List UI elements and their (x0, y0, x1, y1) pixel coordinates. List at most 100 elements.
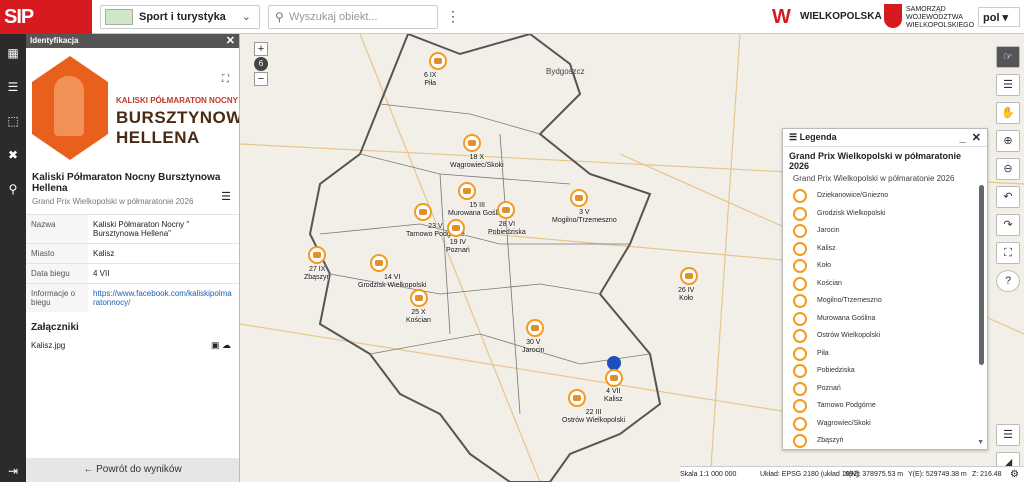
event-logo-icon (793, 364, 807, 378)
map-view[interactable]: Bydgoszcz 6 IX Piła 18 X Wągrowiec/Skoki 1… (240, 34, 1024, 482)
sip-logo[interactable]: SIP (0, 0, 92, 34)
place-label: Bydgoszcz (546, 67, 585, 76)
help-icon[interactable]: ? (996, 270, 1020, 292)
event-logo-icon (415, 295, 423, 301)
menu-icon[interactable]: ☰ (221, 190, 231, 203)
attr-value: Kalisz (88, 243, 239, 264)
object-title: Kaliski Półmaraton Nocny Bursztynowa Hel… (32, 172, 221, 194)
theme-select[interactable]: Sport i turystyka ⌄ (100, 5, 260, 29)
attr-key: Miasto (26, 243, 88, 264)
undo-icon[interactable]: ↶ (996, 186, 1020, 208)
language-select[interactable]: pol ▾ (978, 7, 1020, 27)
marker-murowana-goslina[interactable] (458, 182, 476, 200)
event-logo-icon (793, 259, 807, 273)
list-item: Ostrów Wielkopolski (783, 327, 987, 345)
back-label: Powrót do wyników (96, 464, 182, 475)
samorzad-logo: SAMORZĄD WOJEWÓDZTWA WIELKOPOLSKIEGO (884, 4, 974, 30)
banner-subtitle: KALISKI PÓŁMARATON NOCNY (116, 96, 238, 105)
scroll-down-icon[interactable]: ▼ (977, 439, 984, 446)
search-input[interactable]: ⚲ Wyszukaj obiekt... (268, 5, 438, 29)
attachment-filename[interactable]: Kalisz.jpg (31, 341, 65, 350)
full-extent-icon[interactable]: ⛶ (996, 242, 1020, 264)
marker-label: 19 IV Poznań (446, 239, 470, 254)
table-row: Data biegu 4 VII (26, 263, 239, 284)
marker-jarocin[interactable] (526, 319, 544, 337)
event-logo-icon (610, 375, 618, 381)
event-logo-icon (793, 276, 807, 291)
marker-label: 18 X Wągrowiec/Skoki (450, 154, 504, 169)
list-item: Poznań (783, 380, 987, 398)
top-bar: SIP Sport i turystyka ⌄ ⚲ Wyszukaj obiek… (0, 0, 1024, 34)
identify-tool-icon[interactable]: ☞ (996, 46, 1020, 68)
event-logo-icon (685, 273, 693, 279)
marker-label: 14 VI Grodzisk Wielkopolski (358, 274, 427, 289)
search-icon[interactable]: ⚲ (4, 180, 22, 198)
event-logo-icon (793, 434, 807, 448)
z-coordinate: Z: 216.48 (972, 471, 1002, 478)
list-item: Dziekanowice/Gniezno (783, 187, 987, 205)
layers-icon[interactable]: ☰ (996, 74, 1020, 96)
list-item: Zbąszyń (783, 432, 987, 450)
attr-value: 4 VII (88, 263, 239, 284)
marker-pila[interactable] (429, 52, 447, 70)
event-logo-icon (502, 207, 510, 213)
marker-koscian[interactable] (410, 289, 428, 307)
marker-label: 25 X Kościan (406, 309, 431, 324)
settings-gear-icon[interactable]: ⚙ (1010, 467, 1019, 482)
marker-kalisz[interactable] (605, 369, 623, 387)
scale-readout: Skala 1:1 000 000 (680, 471, 737, 478)
y-coordinate: Y(E): 529749.38 m (908, 471, 967, 478)
marker-poznan[interactable] (447, 219, 465, 237)
language-value: pol (983, 12, 1000, 24)
marker-wagrowiec[interactable] (463, 134, 481, 152)
panel-header: Identyfikacja ✕ (26, 34, 239, 48)
event-logo-icon (468, 140, 476, 146)
identification-panel: Identyfikacja ✕ KALISKI PÓŁMARATON NOCNY… (26, 34, 240, 482)
close-icon[interactable]: ✕ (226, 34, 235, 47)
list-item: Grodzisk Wielkopolski (783, 205, 987, 223)
search-results-icon[interactable]: ☰ (4, 78, 22, 96)
attachments-header: Załączniki (31, 322, 79, 333)
expand-panel-icon[interactable]: ⇥ (4, 462, 22, 480)
back-to-results-button[interactable]: ← Powrót do wyników (26, 458, 239, 482)
download-icon[interactable]: ☁ (222, 340, 231, 350)
samorzad-text: SAMORZĄD WOJEWÓDZTWA WIELKOPOLSKIEGO (906, 6, 975, 29)
zoom-out-button[interactable]: − (254, 72, 268, 86)
marker-pobiedziska[interactable] (497, 201, 515, 219)
zoom-in-button[interactable]: + (254, 42, 268, 56)
event-logo-icon (793, 329, 807, 343)
pan-hand-icon[interactable]: ✋ (996, 102, 1020, 124)
preview-icon[interactable]: ▣ (211, 340, 220, 350)
redo-icon[interactable]: ↷ (996, 214, 1020, 236)
legend-scrollbar[interactable] (979, 185, 984, 365)
marker-tarnowo-podgorne[interactable] (414, 203, 432, 221)
close-icon[interactable]: ✕ (972, 132, 981, 144)
zoom-in-icon[interactable]: ⊕ (996, 130, 1020, 152)
event-logo-icon (793, 241, 807, 256)
expand-image-icon[interactable]: ⛶ (222, 74, 229, 85)
more-options-icon[interactable]: ⋮ (446, 8, 460, 25)
legend-toggle-icon[interactable]: ☰ (996, 424, 1020, 446)
marker-mogilno[interactable] (570, 189, 588, 207)
legend-group-title: Grand Prix Wielkopolski w półmaratonie 2… (789, 151, 961, 171)
marker-label: 3 V Mogilno/Trzemeszno (552, 209, 617, 224)
wielkopolska-text: WIELKOPOLSKA (800, 11, 882, 22)
event-logo-icon (434, 58, 442, 64)
marker-kolo[interactable] (680, 267, 698, 285)
legend-panel: ☰ Legenda _ ✕ Grand Prix Wielkopolski w … (782, 128, 988, 450)
event-logo-icon (793, 399, 807, 413)
zoom-out-icon[interactable]: ⊖ (996, 158, 1020, 180)
event-logo-icon (793, 294, 807, 308)
banner-title: BURSZTYNOWAHELLENA (116, 108, 239, 148)
marker-label: 6 IX Piła (424, 72, 437, 87)
marker-grodzisk[interactable] (370, 254, 388, 272)
select-area-icon[interactable]: ⬚ (4, 112, 22, 130)
grid-icon[interactable]: ▦ (4, 44, 22, 62)
event-link[interactable]: https://www.facebook.com/kaliskipolmarat… (93, 289, 232, 307)
table-row: Nazwa Kaliski Półmaraton Nocny " Bursztyn… (26, 214, 239, 244)
marker-ostrow[interactable] (568, 389, 586, 407)
tools-icon[interactable]: ✖ (4, 146, 22, 164)
banner-title-line2: HELLENA (116, 128, 200, 147)
marker-zbaszyn[interactable] (308, 246, 326, 264)
minimize-icon[interactable]: _ (960, 132, 966, 144)
